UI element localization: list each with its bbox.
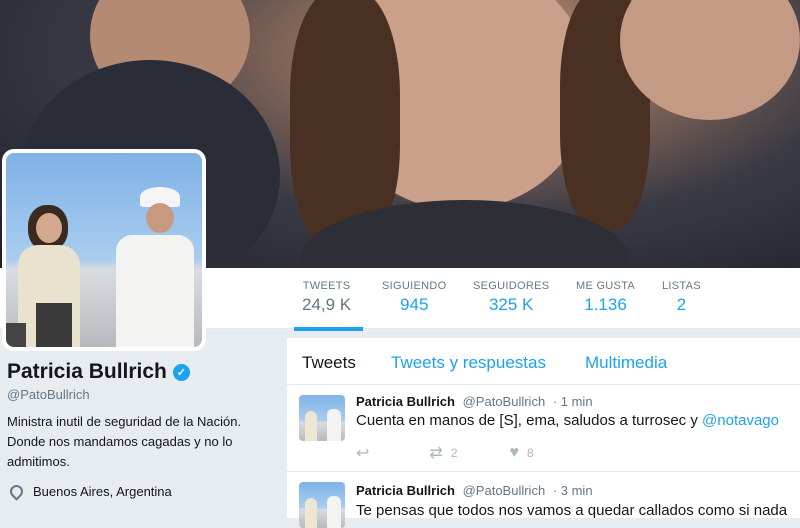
stat-value: 24,9 K — [302, 295, 352, 314]
stat-lists[interactable]: LISTAS 2 — [662, 280, 701, 315]
profile-handle[interactable]: @PatoBullrich — [7, 387, 277, 402]
tab-tweets[interactable]: Tweets — [302, 353, 356, 373]
profile-bio: Ministra inutil de seguridad de la Nació… — [7, 414, 242, 469]
stat-followers[interactable]: SEGUIDORES 325 K — [473, 280, 549, 315]
profile-name-row: Patricia Bullrich ✓ — [7, 360, 277, 384]
reply-icon: ↩ — [356, 445, 370, 462]
tweet-text: Cuenta en manos de [S], ema, saludos a t… — [356, 412, 779, 429]
tweet-item[interactable]: Patricia Bullrich @PatoBullrich · 1 min … — [287, 385, 800, 472]
timeline: Tweets Tweets y respuestas Multimedia Pa… — [287, 338, 800, 528]
tweet-body: Cuenta en manos de [S], ema, saludos a t… — [356, 412, 703, 429]
tweet-author-name[interactable]: Patricia Bullrich — [356, 483, 455, 498]
tweet-actions: ↩ ⇄ 2 ♥ 8 — [356, 443, 586, 463]
tweet-avatar[interactable] — [299, 482, 345, 528]
retweet-count: 2 — [450, 446, 458, 460]
retweet-button[interactable]: ⇄ 2 — [429, 443, 457, 463]
stat-label: SIGUIENDO — [382, 280, 447, 292]
stat-value: 1.136 — [584, 295, 627, 314]
profile-name: Patricia Bullrich — [7, 360, 167, 383]
retweet-icon: ⇄ — [429, 445, 443, 462]
tab-tweets-replies[interactable]: Tweets y respuestas — [391, 353, 546, 373]
stat-value: 945 — [400, 295, 429, 314]
stat-tweets[interactable]: TWEETS 24,9 K — [293, 280, 364, 331]
verified-badge-icon: ✓ — [172, 363, 190, 381]
profile-avatar[interactable] — [2, 149, 206, 351]
profile-location: Buenos Aires, Argentina — [7, 482, 277, 501]
stat-label: TWEETS — [302, 280, 351, 292]
tweet-author-handle[interactable]: @PatoBullrich — [463, 394, 546, 409]
avatar-photo — [6, 153, 202, 347]
stat-following[interactable]: SIGUIENDO 945 — [382, 280, 446, 315]
heart-icon: ♥ — [509, 444, 520, 461]
timeline-tabs: Tweets Tweets y respuestas Multimedia — [287, 338, 800, 385]
like-button[interactable]: ♥ 8 — [510, 444, 534, 462]
tweet-item[interactable]: Patricia Bullrich @PatoBullrich · 3 min … — [287, 472, 800, 528]
stat-likes[interactable]: ME GUSTA 1.136 — [576, 280, 635, 315]
stat-value: 2 — [676, 295, 687, 314]
stat-label: SEGUIDORES — [473, 280, 550, 292]
like-count: 8 — [527, 446, 534, 460]
tweet-mention-link[interactable]: @notavago — [702, 412, 779, 429]
stat-value: 325 K — [488, 295, 534, 314]
profile-info: Patricia Bullrich ✓ @PatoBullrich Minist… — [7, 360, 277, 501]
location-text: Buenos Aires, Argentina — [33, 484, 172, 499]
stat-label: ME GUSTA — [576, 280, 636, 292]
tweet-header: Patricia Bullrich @PatoBullrich · 1 min — [356, 394, 593, 409]
tweet-author-name[interactable]: Patricia Bullrich — [356, 394, 455, 409]
tweet-timestamp[interactable]: · 3 min — [553, 483, 593, 498]
tweet-avatar[interactable] — [299, 395, 345, 441]
tab-media[interactable]: Multimedia — [585, 353, 667, 373]
map-pin-icon — [7, 482, 26, 501]
tweet-header: Patricia Bullrich @PatoBullrich · 3 min — [356, 483, 593, 498]
reply-button[interactable]: ↩ — [356, 443, 377, 463]
tweet-timestamp[interactable]: · 1 min — [553, 394, 593, 409]
tweet-text: Te pensas que todos nos vamos a quedar c… — [356, 502, 788, 519]
stat-label: LISTAS — [662, 280, 701, 292]
tweet-author-handle[interactable]: @PatoBullrich — [463, 483, 546, 498]
